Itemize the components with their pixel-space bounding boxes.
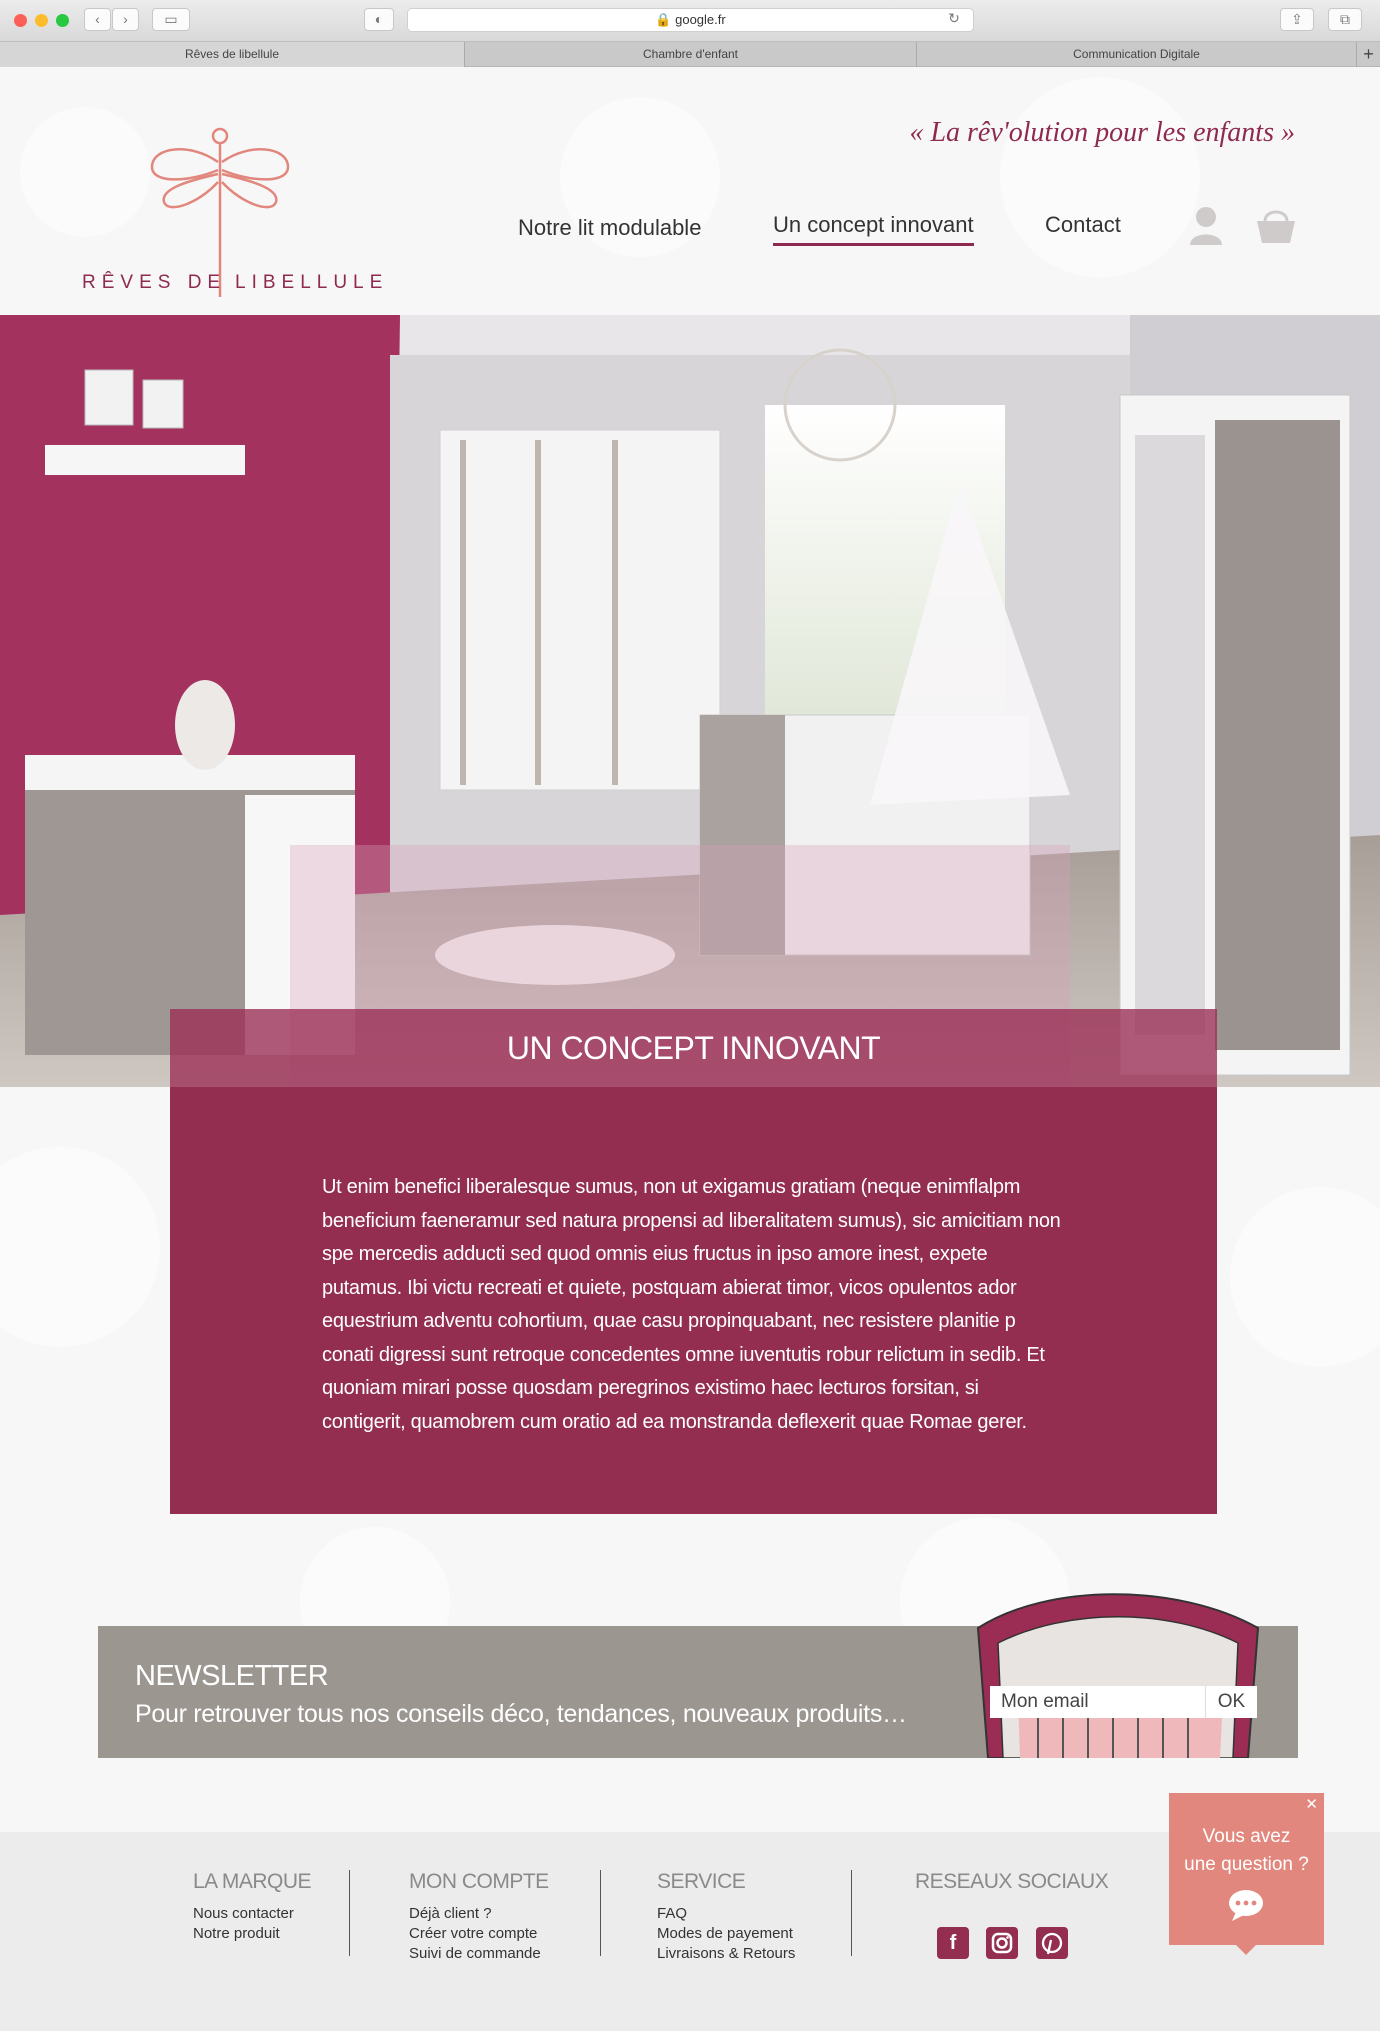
tab-reves-de-libellule[interactable]: Rêves de libellule [0,42,465,67]
footer-title-compte: MON COMPTE [409,1870,549,1893]
forward-button[interactable]: › [112,8,139,31]
camera-glyph-icon [991,1932,1013,1954]
site-header: RÊVES DE LIBELLULE « La rêv'olution pour… [0,67,1380,315]
footer-title-service: SERVICE [657,1870,746,1893]
footer-link-suivi-commande[interactable]: Suivi de commande [409,1944,549,1964]
close-window-button[interactable] [14,14,27,27]
footer-link-notre-produit[interactable]: Notre produit [193,1924,311,1944]
footer-col-service: SERVICE FAQ Modes de payement Livraisons… [657,1870,795,1964]
web-page: RÊVES DE LIBELLULE « La rêv'olution pour… [0,67,1380,2031]
shield-icon[interactable]: ◐ [364,8,394,31]
logo-text-left: RÊVES DE [82,272,227,293]
share-button[interactable]: ⇪ [1280,8,1314,31]
footer-link-faq[interactable]: FAQ [657,1904,795,1924]
address-bar[interactable]: 🔒 google.fr [407,8,974,32]
site-logo[interactable]: RÊVES DE LIBELLULE [80,122,382,302]
account-icon[interactable] [1188,205,1224,247]
tab-bar: Rêves de libellule Chambre d'enfant Comm… [0,42,1380,67]
chat-line-2: une question ? [1184,1854,1309,1875]
newsletter-subtitle: Pour retrouver tous nos conseils déco, t… [135,1700,907,1728]
footer-link-livraisons-retours[interactable]: Livraisons & Retours [657,1944,795,1964]
zoom-window-button[interactable] [56,14,69,27]
nav-un-concept-innovant[interactable]: Un concept innovant [773,212,974,246]
lock-icon: 🔒 [655,12,672,27]
reload-icon[interactable]: ↻ [944,8,964,31]
footer-title-social: RESEAUX SOCIAUX [915,1870,1109,1893]
speech-bubble-icon [1229,1890,1263,1921]
footer-col-marque: LA MARQUE Nous contacter Notre produit [193,1870,312,1944]
url-text: google.fr [675,12,726,27]
tagline: « La rêv'olution pour les enfants » [909,117,1295,148]
minimize-window-button[interactable] [35,14,48,27]
pinterest-icon[interactable] [1036,1927,1068,1959]
logo-text-right: LIBELLULE [235,272,389,293]
new-tab-button[interactable]: + [1357,42,1380,67]
facebook-icon[interactable]: f [937,1927,969,1959]
instagram-icon[interactable] [986,1927,1018,1959]
footer-col-compte: MON COMPTE Déjà client ? Créer votre com… [409,1870,549,1964]
basket-icon[interactable] [1255,205,1297,245]
crib-illustration [976,1593,1260,1758]
hero-image [0,315,1380,1087]
content-panel: Ut enim benefici liberalesque sumus, non… [170,1087,1217,1514]
section-title: UN CONCEPT INNOVANT [170,1009,1217,1087]
footer-link-deja-client[interactable]: Déjà client ? [409,1904,549,1924]
footer-link-modes-payement[interactable]: Modes de payement [657,1924,795,1944]
content-text: Ut enim benefici liberalesque sumus, non… [322,1176,1061,1433]
footer-divider [600,1870,601,1956]
newsletter-submit-button[interactable]: OK [1205,1686,1257,1718]
nav-notre-lit-modulable[interactable]: Notre lit modulable [518,215,701,241]
footer-col-social: RESEAUX SOCIAUX [915,1870,1109,1904]
newsletter-banner: NEWSLETTER Pour retrouver tous nos conse… [98,1593,1298,1758]
tabs-overview-button[interactable]: ⧉ [1328,8,1362,31]
footer-divider [349,1870,350,1956]
newsletter-title: NEWSLETTER [135,1660,329,1692]
back-button[interactable]: ‹ [84,8,111,31]
chat-close-icon[interactable]: ✕ [1305,1795,1318,1813]
tab-chambre-enfant[interactable]: Chambre d'enfant [465,42,917,67]
sidebar-toggle-button[interactable]: ▭ [152,8,190,31]
email-field[interactable] [990,1686,1205,1718]
browser-toolbar: ‹ › ▭ ◐ 🔒 google.fr ↻ ⇪ ⧉ [0,0,1380,42]
chat-line-1: Vous avez [1202,1826,1291,1847]
nursery-room-photo [0,315,1380,1087]
chat-pointer [1234,1943,1258,1955]
background-bubble [1230,1187,1380,1367]
footer-link-nous-contacter[interactable]: Nous contacter [193,1904,311,1924]
background-bubble [0,1147,160,1347]
tab-communication-digitale[interactable]: Communication Digitale [917,42,1357,67]
footer-divider [851,1870,852,1956]
nav-contact[interactable]: Contact [1045,212,1121,238]
chat-widget[interactable]: ✕ Vous avez une question ? [1169,1793,1324,1955]
footer-title-marque: LA MARQUE [193,1870,312,1893]
pin-glyph-icon [1041,1932,1063,1955]
chat-text: Vous avez une question ? [1169,1823,1324,1879]
footer-link-creer-compte[interactable]: Créer votre compte [409,1924,549,1944]
